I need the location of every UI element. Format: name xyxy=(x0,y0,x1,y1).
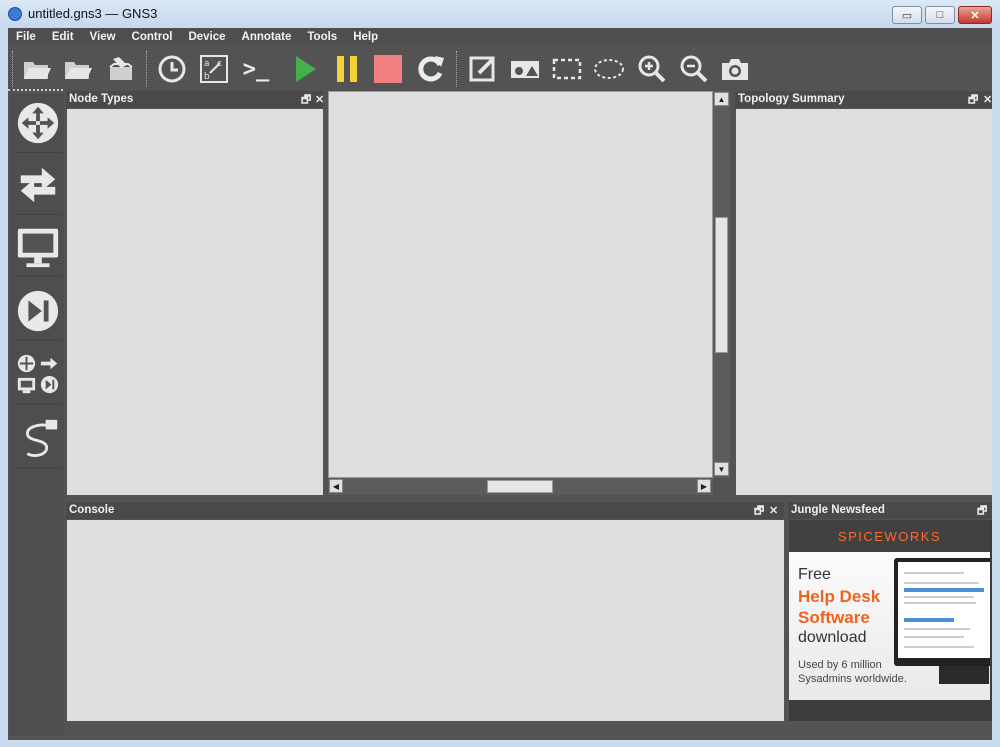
screenshot-icon[interactable] xyxy=(718,53,752,85)
ad-line-free: Free xyxy=(798,566,831,583)
menu-bar: File Edit View Control Device Annotate T… xyxy=(8,28,992,45)
canvas-horizontal-scrollbar[interactable]: ◀ ▶ xyxy=(328,478,713,495)
end-device-icon[interactable] xyxy=(14,218,62,277)
svg-text:a: a xyxy=(204,59,210,69)
open-folder-icon[interactable] xyxy=(61,53,95,85)
gns3-app-icon xyxy=(8,7,22,21)
close-window-button[interactable]: ✕ xyxy=(958,6,992,24)
zoom-out-icon[interactable] xyxy=(676,53,710,85)
open-project-icon[interactable] xyxy=(20,53,54,85)
ad-monitor-stand xyxy=(939,666,989,684)
canvas-vertical-scrollbar[interactable]: ▲ ▼ xyxy=(713,91,730,478)
jungle-newsfeed-title: Jungle Newsfeed xyxy=(791,504,885,516)
console-all-icon[interactable]: >_ xyxy=(239,53,273,85)
zoom-in-icon[interactable] xyxy=(634,53,668,85)
console-header: Console 🗗 ✕ xyxy=(66,502,784,519)
console-panel[interactable] xyxy=(67,520,784,721)
topology-canvas[interactable] xyxy=(328,91,713,478)
app-body: File Edit View Control Device Annotate T… xyxy=(8,28,992,740)
all-devices-icon[interactable] xyxy=(14,346,62,405)
add-note-icon[interactable] xyxy=(466,53,500,85)
topology-summary-title: Topology Summary xyxy=(738,93,845,105)
menu-edit[interactable]: Edit xyxy=(44,28,82,45)
spiceworks-logo: SPICEWORKS xyxy=(789,520,990,552)
stop-all-icon[interactable] xyxy=(371,53,405,85)
ad-line-download: download xyxy=(798,629,867,646)
start-all-icon[interactable] xyxy=(288,53,322,85)
scroll-left-arrow-icon[interactable]: ◀ xyxy=(329,479,343,493)
main-toolbar: acb >_ xyxy=(8,45,992,92)
maximize-button[interactable]: □ xyxy=(925,6,955,24)
toolbar-grip xyxy=(8,89,63,93)
ad-line-help-desk: Help Desk xyxy=(798,587,881,606)
horizontal-scroll-thumb[interactable] xyxy=(487,480,553,493)
ad-tagline-2: Sysadmins worldwide. xyxy=(798,673,907,685)
node-types-header: Node Types 🗗 ✕ xyxy=(66,91,324,108)
menu-device[interactable]: Device xyxy=(180,28,233,45)
ad-tagline-1: Used by 6 million xyxy=(798,659,882,671)
menu-help[interactable]: Help xyxy=(345,28,386,45)
show-interface-labels-icon[interactable]: acb xyxy=(197,53,231,85)
jungle-newsfeed-header: Jungle Newsfeed 🗗 xyxy=(788,502,992,519)
window-titlebar: untitled.gns3 — GNS3 ▭ □ ✕ xyxy=(0,0,1000,28)
suspend-all-icon[interactable] xyxy=(330,53,364,85)
vertical-scroll-thumb[interactable] xyxy=(715,217,728,353)
switch-icon[interactable] xyxy=(14,156,62,215)
ad-screen xyxy=(898,562,990,658)
console-glyph: >_ xyxy=(242,56,270,82)
menu-annotate[interactable]: Annotate xyxy=(234,28,300,45)
add-link-icon[interactable] xyxy=(14,410,62,469)
jungle-newsfeed-panel: SPICEWORKS Free Help Desk Software downl… xyxy=(789,520,992,721)
node-types-title: Node Types xyxy=(69,93,134,105)
node-types-close-icon[interactable]: ✕ xyxy=(315,92,324,108)
toolbar-separator xyxy=(146,51,149,87)
toolbar-separator xyxy=(12,51,15,87)
window-title: untitled.gns3 — GNS3 xyxy=(28,6,158,21)
clock-icon[interactable] xyxy=(155,53,189,85)
spiceworks-ad[interactable]: SPICEWORKS Free Help Desk Software downl… xyxy=(789,520,990,700)
menu-control[interactable]: Control xyxy=(124,28,181,45)
draw-rectangle-icon[interactable] xyxy=(550,53,584,85)
security-device-icon[interactable] xyxy=(14,282,62,341)
topology-summary-header: Topology Summary 🗗 ✕ xyxy=(735,91,992,108)
scroll-up-arrow-icon[interactable]: ▲ xyxy=(714,92,729,106)
menu-file[interactable]: File xyxy=(8,28,44,45)
console-title: Console xyxy=(69,504,115,516)
minimize-button[interactable]: ▭ xyxy=(892,6,922,24)
router-icon[interactable] xyxy=(14,94,62,153)
console-close-icon[interactable]: ✕ xyxy=(769,503,778,519)
scroll-down-arrow-icon[interactable]: ▼ xyxy=(714,462,729,476)
node-types-panel xyxy=(67,109,323,495)
draw-ellipse-icon[interactable] xyxy=(592,53,626,85)
svg-text:b: b xyxy=(204,72,210,82)
ad-monitor-image xyxy=(894,558,990,666)
topology-summary-close-icon[interactable]: ✕ xyxy=(983,92,992,108)
toolbar-separator xyxy=(456,51,459,87)
reload-all-icon[interactable] xyxy=(414,53,448,85)
device-type-dock xyxy=(10,94,64,736)
topology-summary-panel xyxy=(736,109,992,495)
topology-summary-float-icon[interactable]: 🗗 xyxy=(968,92,978,108)
menu-tools[interactable]: Tools xyxy=(299,28,345,45)
save-snapshot-icon[interactable] xyxy=(104,53,138,85)
insert-picture-icon[interactable] xyxy=(508,53,542,85)
window-frame-left xyxy=(0,28,8,747)
menu-view[interactable]: View xyxy=(82,28,124,45)
ad-line-software: Software xyxy=(798,608,870,627)
window-frame-right xyxy=(992,28,1000,747)
scroll-right-arrow-icon[interactable]: ▶ xyxy=(697,479,711,493)
window-frame-bottom xyxy=(0,740,1000,747)
console-float-icon[interactable]: 🗗 xyxy=(754,503,764,519)
newsfeed-float-icon[interactable]: 🗗 xyxy=(977,503,987,519)
node-types-float-icon[interactable]: 🗗 xyxy=(301,92,311,108)
